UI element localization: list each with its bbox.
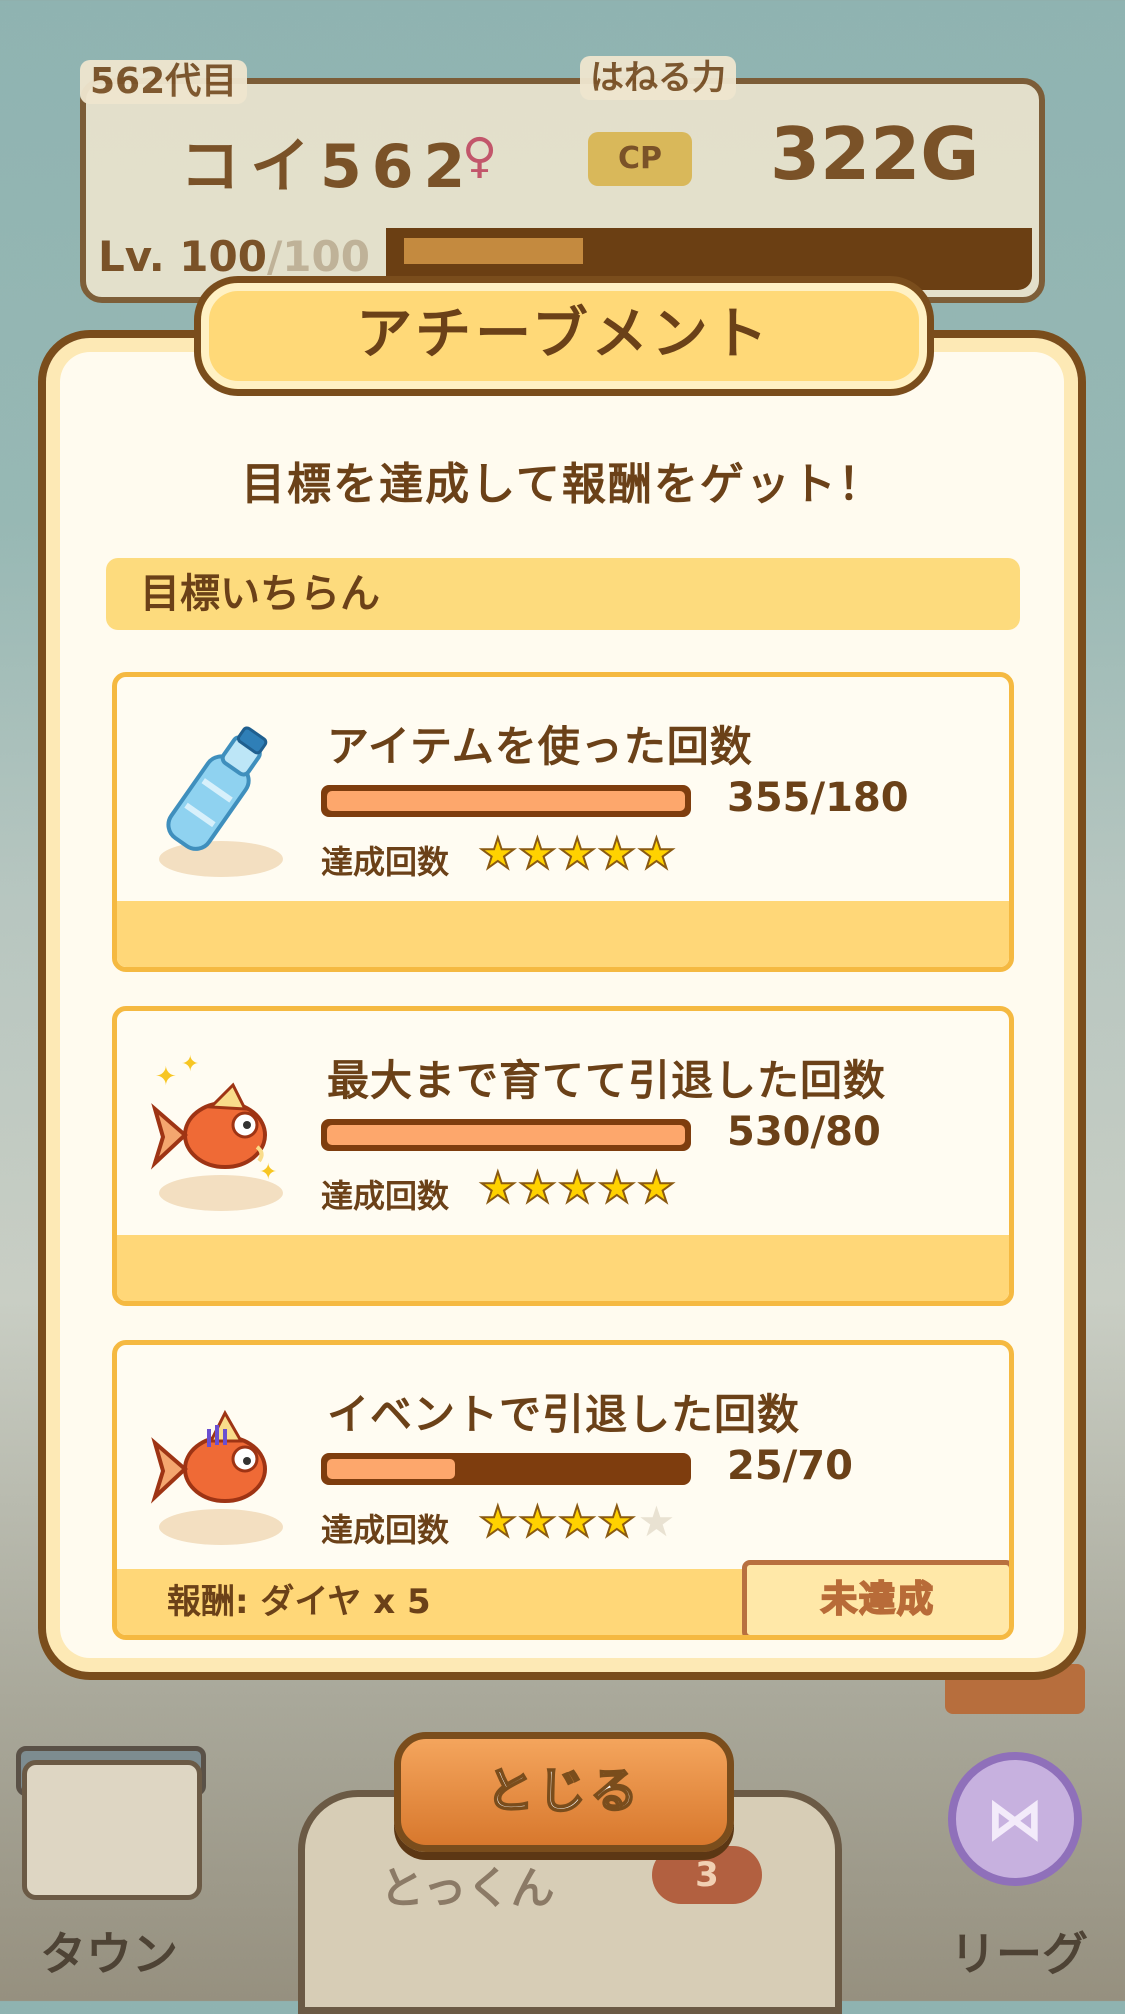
achievement-title: イベントで引退した回数 xyxy=(327,1390,801,1439)
card-footer xyxy=(117,1235,1009,1301)
achievement-title: アイテムを使った回数 xyxy=(327,722,753,771)
town-tab-label[interactable]: タウン xyxy=(40,1918,178,1984)
water-bottle-icon xyxy=(141,717,291,877)
reward-text: 報酬: ダイヤ x 5 xyxy=(167,1582,431,1622)
town-building-icon[interactable] xyxy=(22,1760,202,1900)
dialog-title: アチーブメント xyxy=(194,276,934,396)
star-filled-icon: ★ xyxy=(478,1496,519,1547)
achievement-progress-bar xyxy=(321,1453,691,1485)
magikarp-event-icon xyxy=(141,1385,291,1545)
achievement-progress-bar xyxy=(321,785,691,817)
star-filled-icon: ★ xyxy=(557,1496,598,1547)
achievement-rank-label: 達成回数 xyxy=(321,843,450,881)
dialog-subtitle: 目標を達成して報酬をゲット！ xyxy=(241,459,884,510)
generation-label: 562代目 xyxy=(80,60,248,104)
status-not-achieved-button[interactable]: 未達成 xyxy=(742,1560,1009,1635)
svg-text:✦: ✦ xyxy=(155,1062,177,1092)
star-rating: ★★★★★ xyxy=(478,1162,678,1213)
section-header: 目標いちらん xyxy=(106,558,1020,630)
female-icon: ♀ xyxy=(462,128,498,184)
achievement-count: 355/180 xyxy=(727,775,909,821)
star-filled-icon: ★ xyxy=(637,1162,678,1213)
achievement-card-event-retired[interactable]: イベントで引退した回数 25/70 達成回数 ★★★★★ 報酬: ダイヤ x 5… xyxy=(112,1340,1014,1640)
training-count-badge: 3 xyxy=(652,1846,762,1904)
achievement-card-max-retired[interactable]: ✦ ✦ ✦ 最大まで育てて引退した回数 530/80 達成回数 ★★★★★ xyxy=(112,1006,1014,1306)
achievement-card-items-used[interactable]: アイテムを使った回数 355/180 達成回数 ★★★★★ xyxy=(112,672,1014,972)
training-tab-label: とっくん xyxy=(380,1863,555,1914)
league-icon[interactable]: ⋈ xyxy=(948,1752,1082,1886)
star-filled-icon: ★ xyxy=(478,828,519,879)
star-filled-icon: ★ xyxy=(637,828,678,879)
star-filled-icon: ★ xyxy=(478,1162,519,1213)
league-tab-label[interactable]: リーグ xyxy=(950,1918,1088,1984)
jump-power-value: 322G xyxy=(770,112,980,196)
star-rating: ★★★★★ xyxy=(478,828,678,879)
jump-power-label: はねる力 xyxy=(580,56,736,100)
achievement-count: 25/70 xyxy=(727,1443,853,1489)
close-button[interactable]: とじる xyxy=(394,1732,734,1852)
star-filled-icon: ★ xyxy=(597,828,638,879)
level-readout: Lv. 100/100 xyxy=(98,232,370,281)
star-filled-icon: ★ xyxy=(518,1162,559,1213)
star-filled-icon: ★ xyxy=(518,1496,559,1547)
achievement-rank-label: 達成回数 xyxy=(321,1177,450,1215)
magikarp-sparkle-icon: ✦ ✦ ✦ xyxy=(141,1051,291,1211)
star-filled-icon: ★ xyxy=(597,1162,638,1213)
achievement-rank-label: 達成回数 xyxy=(321,1511,450,1549)
svg-text:✦: ✦ xyxy=(181,1052,199,1077)
achievement-title: 最大まで育てて引退した回数 xyxy=(327,1056,887,1105)
star-filled-icon: ★ xyxy=(557,1162,598,1213)
cp-badge: CP xyxy=(588,132,692,186)
star-filled-icon: ★ xyxy=(518,828,559,879)
achievement-count: 530/80 xyxy=(727,1109,881,1155)
svg-text:✦: ✦ xyxy=(259,1160,277,1185)
pokemon-name: コイ562 xyxy=(180,132,476,202)
star-filled-icon: ★ xyxy=(557,828,598,879)
star-filled-icon: ★ xyxy=(597,1496,638,1547)
card-footer xyxy=(117,901,1009,967)
star-empty-icon: ★ xyxy=(637,1497,678,1546)
star-rating: ★★★★★ xyxy=(478,1496,678,1547)
achievement-progress-bar xyxy=(321,1119,691,1151)
